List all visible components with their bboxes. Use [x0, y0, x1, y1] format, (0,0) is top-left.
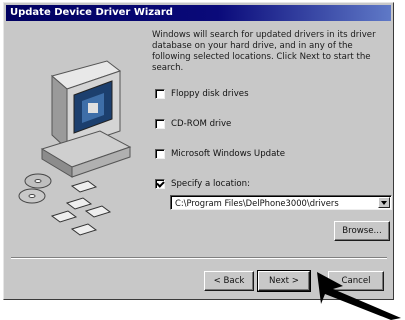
windows-update-checkbox[interactable]: [155, 149, 165, 159]
specify-location-checkbox[interactable]: [155, 179, 165, 189]
cdrom-checkbox[interactable]: [155, 119, 165, 129]
cd-disc-icon: [18, 173, 52, 204]
windows-update-label: Microsoft Windows Update: [171, 149, 286, 159]
cdrom-label: CD-ROM drive: [171, 119, 232, 129]
windows-update-option[interactable]: Microsoft Windows Update: [155, 147, 285, 161]
back-button[interactable]: < Back: [204, 271, 254, 291]
wizard-window: Update Device Driver Wizard Windows will…: [3, 2, 394, 300]
floppy-option[interactable]: Floppy disk drives: [155, 87, 249, 101]
browse-button[interactable]: Browse...: [334, 221, 390, 241]
pointer-arrow-icon: [317, 272, 401, 320]
floppy-disks-icon: [50, 180, 112, 236]
separator: [11, 257, 387, 259]
floppy-checkbox[interactable]: [155, 89, 165, 99]
dropdown-arrow-icon[interactable]: [378, 197, 390, 208]
cdrom-option[interactable]: CD-ROM drive: [155, 117, 231, 131]
specify-location-option[interactable]: Specify a location:: [155, 177, 250, 191]
title-bar: Update Device Driver Wizard: [6, 5, 391, 21]
next-button[interactable]: Next >: [257, 270, 311, 292]
instructions-text: Windows will search for updated drivers …: [152, 30, 376, 73]
floppy-label: Floppy disk drives: [171, 89, 249, 99]
specify-location-label: Specify a location:: [171, 179, 250, 189]
location-combobox[interactable]: C:\Program Files\DelPhone3000\drivers: [170, 195, 392, 210]
computer-icon: [40, 60, 132, 178]
wizard-illustration: [18, 60, 132, 236]
location-value: C:\Program Files\DelPhone3000\drivers: [175, 198, 339, 208]
